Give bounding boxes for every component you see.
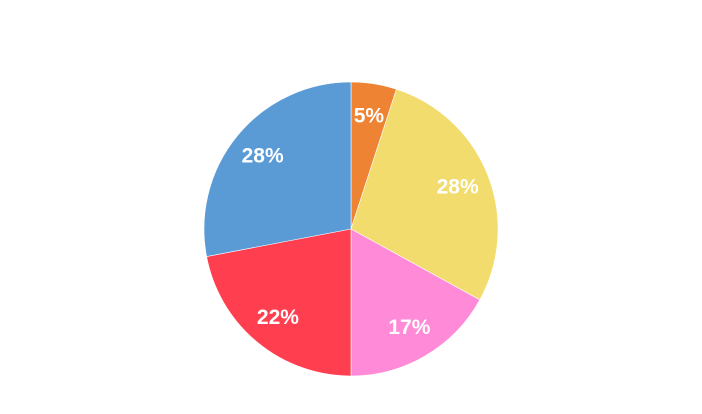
pie-slice-label-4: 22% (257, 306, 299, 329)
pie-slice-label-5: 28% (242, 144, 284, 167)
pie-slice-label-1: 5% (354, 104, 385, 127)
pie-slice-5 (203, 81, 352, 257)
pie-slice-label-2: 28% (437, 175, 479, 198)
pie-chart: 5% 28% 17% 22% 28% (203, 81, 499, 377)
pie-slice-label-3: 17% (388, 316, 430, 339)
pie-slices (203, 81, 499, 377)
